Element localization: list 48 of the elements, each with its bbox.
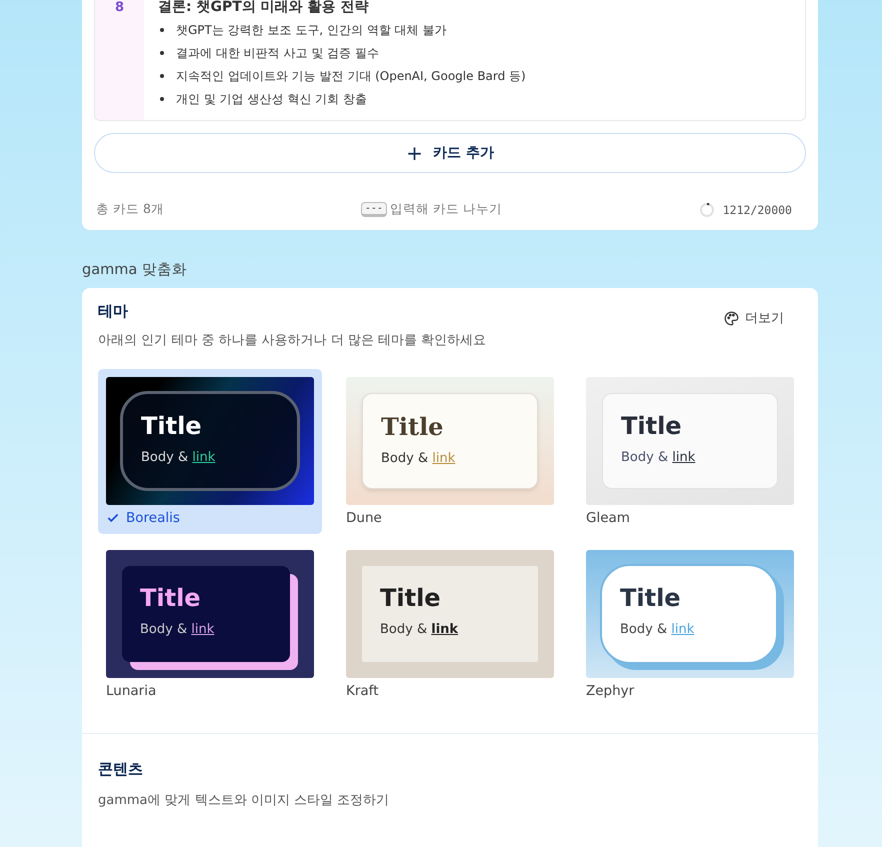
section-label: gamma 맞춤화: [82, 261, 188, 279]
character-counter: 1212/20000: [722, 202, 792, 216]
theme-name: Lunaria: [106, 683, 156, 699]
theme-option[interactable]: Title Body & link Borealis: [98, 369, 322, 534]
theme-name: Kraft: [346, 683, 378, 699]
bullet-icon: [160, 28, 164, 32]
preview-body: Body & link: [140, 622, 216, 637]
content-description: gamma에 맞게 텍스트와 이미지 스타일 조정하기: [98, 792, 390, 809]
preview-title: Title: [381, 412, 444, 441]
theme-name: Dune: [346, 510, 382, 526]
bullet-icon: [160, 97, 164, 101]
theme-name: Zephyr: [586, 683, 634, 699]
key-hint: ---: [360, 202, 387, 217]
theme-option[interactable]: Title Body & link Dune: [338, 369, 562, 534]
preview-body: Body & link: [620, 622, 696, 637]
theme-name: Borealis: [126, 510, 180, 526]
bullet-icon: [160, 74, 164, 78]
more-button[interactable]: 더보기: [718, 308, 790, 328]
bullet-text: 챗GPT는 강력한 보조 도구, 인간의 역할 대체 불가: [176, 22, 446, 38]
bullet-icon: [160, 51, 164, 55]
palette-icon: [724, 310, 739, 326]
add-card-button[interactable]: + 카드 추가: [94, 133, 806, 173]
bullet-text: 지속적인 업데이트와 기능 발전 기대 (OpenAI, Google Bard 등): [176, 68, 526, 84]
preview-body: Body & link: [381, 451, 456, 466]
card-count: 총 카드 8개: [96, 201, 164, 218]
preview-body: Body & link: [621, 450, 696, 465]
card-title: 결론: 챗GPT의 미래와 활용 전략: [158, 0, 370, 16]
theme-option[interactable]: Title Body & link Zephyr: [578, 542, 802, 707]
preview-title: Title: [620, 584, 682, 612]
theme-name: Gleam: [586, 510, 630, 526]
preview-body: Body & link: [380, 622, 460, 637]
preview-title: Title: [380, 584, 442, 612]
theme-option[interactable]: Title Body & link Gleam: [578, 369, 802, 534]
card-number: 8: [114, 0, 124, 16]
theme-description: 아래의 인기 테마 중 하나를 사용하거나 더 많은 테마를 확인하세요: [98, 332, 486, 349]
theme-heading: 테마: [98, 302, 129, 321]
progress-ring-icon: [698, 202, 715, 218]
split-hint: 입력해 카드 나누기: [390, 201, 502, 218]
content-heading: 콘텐츠: [98, 760, 144, 779]
bullet-text: 결과에 대한 비판적 사고 및 검증 필수: [176, 44, 379, 62]
theme-option[interactable]: Title Body & link Lunaria: [98, 542, 322, 707]
check-icon: [106, 511, 120, 525]
theme-option[interactable]: Title Body & link Kraft: [338, 542, 562, 707]
preview-title: Title: [141, 412, 203, 440]
bullet-text: 개인 및 기업 생산성 혁신 기회 창출: [176, 90, 367, 108]
preview-body: Body & link: [141, 450, 216, 465]
preview-title: Title: [621, 412, 683, 440]
preview-title: Title: [140, 584, 202, 612]
